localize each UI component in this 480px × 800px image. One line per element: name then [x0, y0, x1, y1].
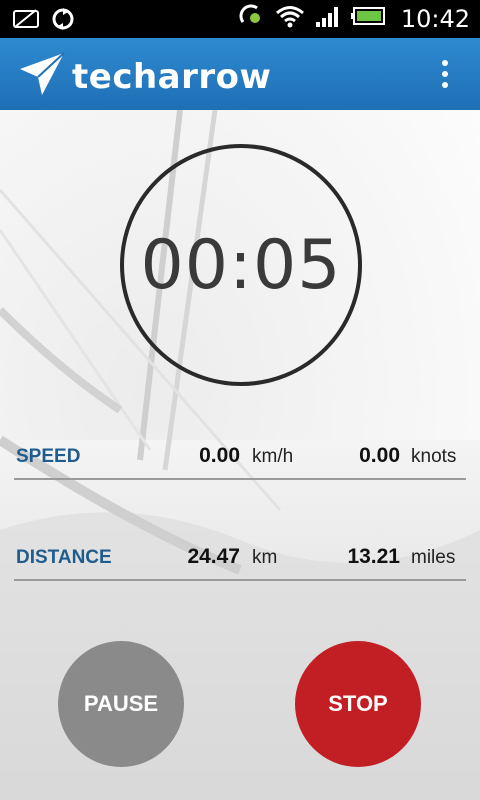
speed-knots-value: 0.00 [359, 444, 400, 467]
battery-icon [350, 4, 387, 33]
no-sim-icon [12, 7, 42, 36]
distance-miles-value: 13.21 [347, 545, 400, 568]
distance-label: DISTANCE [16, 547, 112, 568]
elapsed-time: 00:05 [140, 225, 342, 305]
speed-label: SPEED [16, 446, 81, 467]
distance-km-unit: km [252, 547, 278, 568]
speed-kmh-value: 0.00 [199, 444, 240, 467]
sync-icon [50, 6, 76, 37]
speed-kmh-unit: km/h [252, 446, 294, 467]
app-logo[interactable]: techarrow [18, 51, 271, 102]
distance-miles-unit: miles [411, 547, 456, 568]
status-left-icons [12, 6, 76, 37]
speed-knots-unit: knots [411, 446, 457, 467]
gps-icon [239, 4, 265, 33]
distance-row: DISTANCE 24.47 km 13.21 miles [14, 531, 466, 581]
speed-row: SPEED 0.00 km/h 0.00 knots [14, 430, 466, 480]
main-content: 00:05 SPEED 0.00 km/h 0.00 knots DISTANC… [0, 110, 480, 800]
brand-name: techarrow [72, 56, 272, 97]
overflow-menu-icon[interactable] [440, 60, 450, 92]
pause-button-label: PAUSE [83, 691, 159, 716]
stop-button-label: STOP [328, 691, 388, 716]
app-bar: techarrow [0, 38, 480, 110]
timer-ring: 00:05 [120, 144, 362, 386]
signal-icon [315, 4, 341, 33]
wifi-icon [275, 4, 305, 33]
status-right-icons: 10:42 [239, 4, 470, 33]
pause-button[interactable]: PAUSE [58, 641, 184, 767]
status-bar: 10:42 [0, 0, 480, 38]
paper-plane-icon [18, 51, 66, 102]
distance-km-value: 24.47 [187, 545, 240, 568]
stop-button[interactable]: STOP [295, 641, 421, 767]
status-clock: 10:42 [400, 4, 470, 33]
